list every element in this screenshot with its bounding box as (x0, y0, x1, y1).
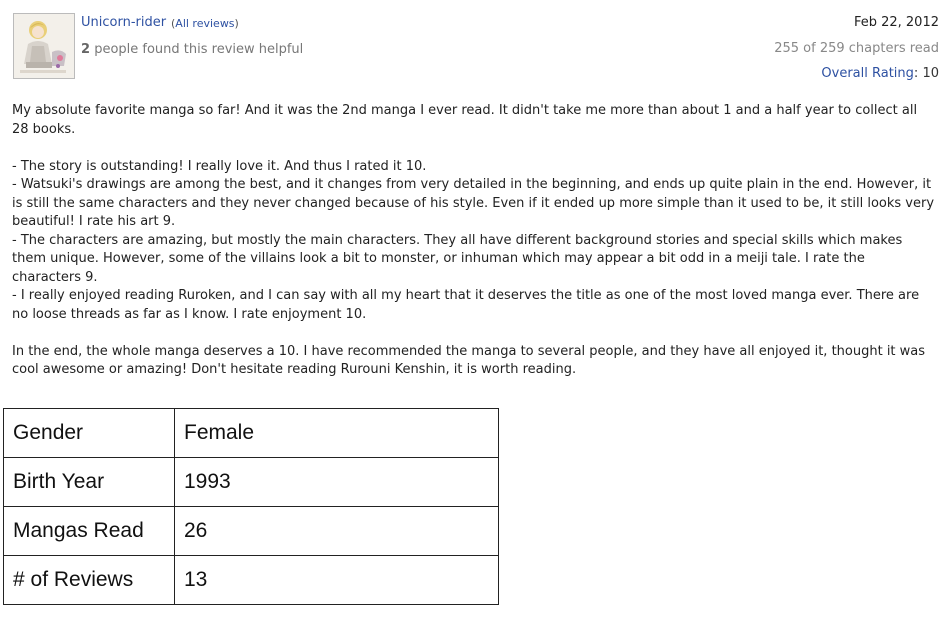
reviewer-stats-table: Gender Female Birth Year 1993 Mangas Rea… (3, 408, 499, 605)
overall-rating: Overall Rating: 10 (821, 66, 939, 81)
table-row: # of Reviews 13 (3, 555, 499, 605)
review-paragraph: - The story is outstanding! I really lov… (12, 158, 427, 174)
stat-key-reviews: # of Reviews (3, 555, 175, 605)
overall-rating-label: Overall Rating (821, 66, 914, 81)
stat-value-mangas-read: 26 (174, 506, 499, 556)
review-body: My absolute favorite manga so far! And i… (12, 102, 936, 380)
avatar-illustration-icon (14, 14, 74, 78)
review-paragraph: - The characters are amazing, but mostly… (12, 232, 903, 285)
all-reviews-container: (All reviews) (171, 17, 239, 30)
stat-value-reviews: 13 (174, 555, 499, 605)
helpful-label: people found this review helpful (94, 42, 304, 57)
helpful-count: 2 (81, 42, 91, 57)
chapters-read-progress: 255 of 259 chapters read (774, 41, 939, 56)
all-reviews-link[interactable]: All reviews (175, 17, 234, 30)
overall-rating-separator: : (913, 66, 919, 81)
stat-value-gender: Female (174, 408, 499, 458)
review-paragraph: My absolute favorite manga so far! And i… (12, 103, 918, 137)
review-date: Feb 22, 2012 (853, 15, 939, 30)
review-paragraph: In the end, the whole manga deserves a 1… (12, 343, 926, 378)
all-reviews-close-paren: ) (234, 17, 239, 30)
user-avatar-image[interactable] (13, 13, 75, 79)
review-paragraph: - I really enjoyed reading Ruroken, and … (12, 288, 920, 322)
stat-key-birth-year: Birth Year (3, 457, 175, 507)
table-row: Birth Year 1993 (3, 457, 499, 507)
stat-key-mangas-read: Mangas Read (3, 506, 175, 556)
table-row: Gender Female (3, 408, 499, 458)
table-row: Mangas Read 26 (3, 506, 499, 556)
helpful-count-text: 2 people found this review helpful (81, 42, 303, 57)
reviewer-username-link[interactable]: Unicorn-rider (81, 15, 166, 30)
overall-rating-value: 10 (922, 66, 939, 81)
stat-key-gender: Gender (3, 408, 175, 458)
review-paragraph: - Watsuki's drawings are among the best,… (12, 177, 935, 229)
stat-value-birth-year: 1993 (174, 457, 499, 507)
